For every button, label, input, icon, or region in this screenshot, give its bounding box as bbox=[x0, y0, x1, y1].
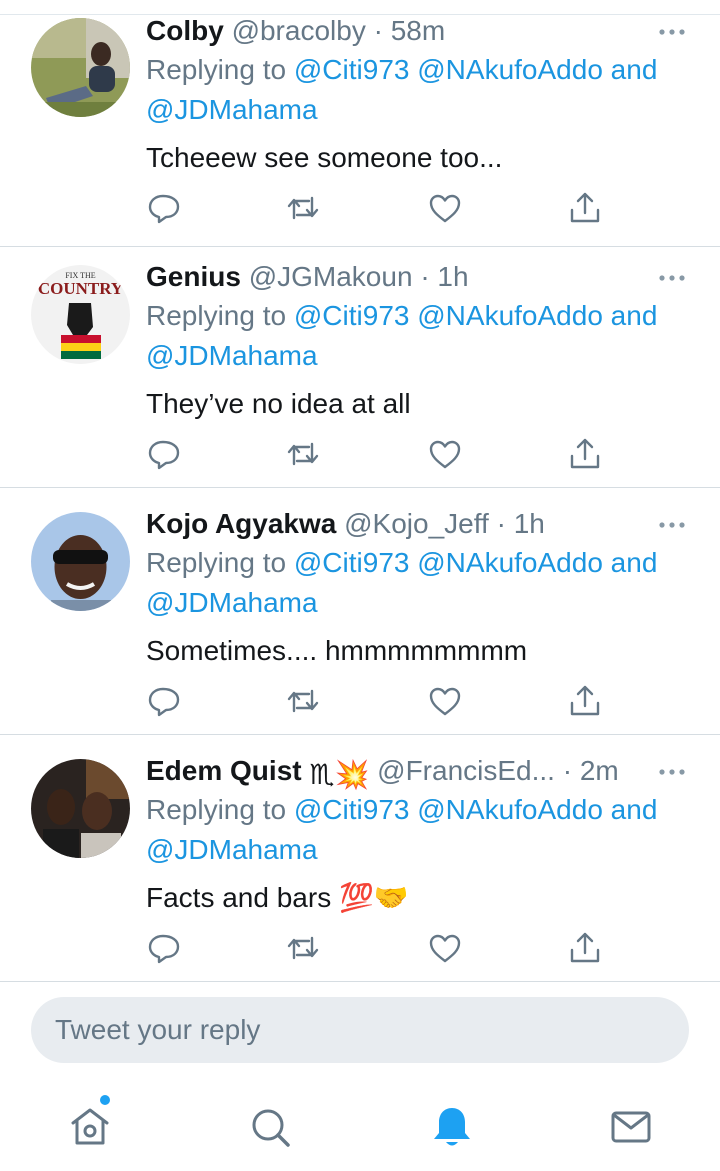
user-handle[interactable]: @JGMakoun bbox=[249, 261, 413, 292]
more-options-icon[interactable] bbox=[658, 274, 686, 282]
tweet-actions bbox=[146, 190, 616, 230]
tweet-text: Facts and bars 💯🤝 bbox=[146, 881, 409, 915]
replying-to: Replying to @Citi973 @NAkufoAddo and @JD… bbox=[146, 296, 706, 376]
more-options-icon[interactable] bbox=[658, 28, 686, 36]
tweet-text: Tcheeew see someone too... bbox=[146, 142, 503, 173]
replying-to: Replying to @Citi973 @NAkufoAddo and @JD… bbox=[146, 50, 706, 130]
timestamp: 58m bbox=[390, 15, 446, 46]
tweet-actions bbox=[146, 930, 616, 970]
reply-composer[interactable] bbox=[31, 997, 689, 1063]
tweet-reply[interactable]: FIX THE COUNTRY Genius @JGMakoun · 1h Re… bbox=[0, 241, 720, 488]
avatar[interactable] bbox=[31, 759, 130, 858]
reply-icon[interactable] bbox=[146, 930, 182, 966]
mention-conjunction[interactable]: and bbox=[611, 794, 658, 825]
mention-link[interactable]: @NAkufoAddo bbox=[417, 794, 603, 825]
avatar[interactable] bbox=[31, 512, 130, 611]
mention-link[interactable]: @JDMahama bbox=[146, 94, 318, 125]
mention-link[interactable]: @JDMahama bbox=[146, 587, 318, 618]
home-icon bbox=[71, 1108, 109, 1145]
mention-link[interactable]: @Citi973 bbox=[294, 300, 410, 331]
tweet-header: Genius @JGMakoun · 1h bbox=[146, 260, 469, 294]
reply-icon[interactable] bbox=[146, 683, 182, 719]
avatar[interactable]: FIX THE COUNTRY bbox=[31, 265, 130, 364]
user-handle[interactable]: @bracolby bbox=[232, 15, 366, 46]
tab-notifications[interactable] bbox=[430, 1103, 474, 1151]
tweet-header: Colby @bracolby · 58m bbox=[146, 14, 445, 48]
zodiac-emoji: ♏ bbox=[309, 759, 335, 790]
display-name[interactable]: Genius bbox=[146, 261, 241, 292]
like-icon[interactable] bbox=[427, 683, 463, 719]
retweet-icon[interactable] bbox=[285, 436, 321, 472]
mention-conjunction[interactable]: and bbox=[611, 54, 658, 85]
share-icon[interactable] bbox=[567, 683, 603, 719]
like-icon[interactable] bbox=[427, 436, 463, 472]
reply-input[interactable] bbox=[31, 997, 689, 1063]
mention-conjunction[interactable]: and bbox=[611, 547, 658, 578]
separator-dot: · bbox=[562, 755, 573, 786]
mention-link[interactable]: @JDMahama bbox=[146, 834, 318, 865]
hundred-points-emoji: 💯 bbox=[338, 882, 374, 913]
mention-conjunction[interactable]: and bbox=[611, 300, 658, 331]
mention-link[interactable]: @NAkufoAddo bbox=[417, 54, 603, 85]
more-options-icon[interactable] bbox=[658, 768, 686, 776]
tweet-header: Edem Quist ♏💥 @FrancisEd... · 2m bbox=[146, 754, 619, 790]
replying-to: Replying to @Citi973 @NAkufoAddo and @JD… bbox=[146, 790, 706, 870]
tweet-reply[interactable]: Kojo Agyakwa @Kojo_Jeff · 1h Replying to… bbox=[0, 488, 720, 735]
share-icon[interactable] bbox=[567, 436, 603, 472]
mention-link[interactable]: @Citi973 bbox=[294, 794, 410, 825]
timestamp: 2m bbox=[579, 755, 619, 786]
replying-prefix: Replying to bbox=[146, 54, 287, 85]
avatar[interactable] bbox=[31, 18, 130, 117]
home-badge-dot bbox=[100, 1095, 110, 1105]
mention-link[interactable]: @NAkufoAddo bbox=[417, 300, 603, 331]
user-handle[interactable]: @FrancisEd... bbox=[377, 755, 555, 786]
separator-dot: · bbox=[420, 261, 430, 292]
replying-to: Replying to @Citi973 @NAkufoAddo and @JD… bbox=[146, 543, 706, 623]
tweet-actions bbox=[146, 436, 616, 476]
separator-dot: · bbox=[373, 15, 383, 46]
tab-home[interactable] bbox=[68, 1103, 112, 1151]
avatar-text-main: COUNTRY bbox=[38, 279, 123, 298]
collision-emoji: 💥 bbox=[334, 759, 370, 790]
mail-icon bbox=[611, 1111, 651, 1143]
mention-link[interactable]: @JDMahama bbox=[146, 340, 318, 371]
user-handle[interactable]: @Kojo_Jeff bbox=[344, 508, 489, 539]
replying-prefix: Replying to bbox=[146, 300, 287, 331]
share-icon[interactable] bbox=[567, 190, 603, 226]
reply-icon[interactable] bbox=[146, 190, 182, 226]
tweet-text-body: Facts and bars bbox=[146, 882, 332, 913]
reply-icon[interactable] bbox=[146, 436, 182, 472]
display-name[interactable]: Colby bbox=[146, 15, 224, 46]
replying-prefix: Replying to bbox=[146, 547, 287, 578]
bell-icon bbox=[434, 1108, 470, 1146]
tweet-text: They’ve no idea at all bbox=[146, 388, 411, 419]
mention-link[interactable]: @NAkufoAddo bbox=[417, 547, 603, 578]
tweet-actions bbox=[146, 683, 616, 723]
more-options-icon[interactable] bbox=[658, 521, 686, 529]
mention-link[interactable]: @Citi973 bbox=[294, 54, 410, 85]
like-icon[interactable] bbox=[427, 930, 463, 966]
separator-dot: · bbox=[496, 508, 506, 539]
tab-search[interactable] bbox=[248, 1103, 292, 1151]
tweet-text: Sometimes.... hmmmmmmmm bbox=[146, 635, 528, 666]
tweet-reply[interactable]: Edem Quist ♏💥 @FrancisEd... · 2m Replyin… bbox=[0, 735, 720, 982]
mention-link[interactable]: @Citi973 bbox=[294, 547, 410, 578]
handshake-emoji: 🤝 bbox=[373, 882, 409, 913]
tab-messages[interactable] bbox=[609, 1103, 653, 1151]
search-icon bbox=[252, 1109, 290, 1147]
timestamp: 1h bbox=[513, 508, 545, 539]
retweet-icon[interactable] bbox=[285, 190, 321, 226]
tweet-reply[interactable]: Colby @bracolby · 58m Replying to @Citi9… bbox=[0, 0, 720, 247]
like-icon[interactable] bbox=[427, 190, 463, 226]
display-name[interactable]: Kojo Agyakwa bbox=[146, 508, 336, 539]
retweet-icon[interactable] bbox=[285, 930, 321, 966]
tweet-header: Kojo Agyakwa @Kojo_Jeff · 1h bbox=[146, 507, 545, 541]
share-icon[interactable] bbox=[567, 930, 603, 966]
display-name[interactable]: Edem Quist bbox=[146, 755, 302, 786]
timestamp: 1h bbox=[437, 261, 469, 292]
replying-prefix: Replying to bbox=[146, 794, 287, 825]
retweet-icon[interactable] bbox=[285, 683, 321, 719]
